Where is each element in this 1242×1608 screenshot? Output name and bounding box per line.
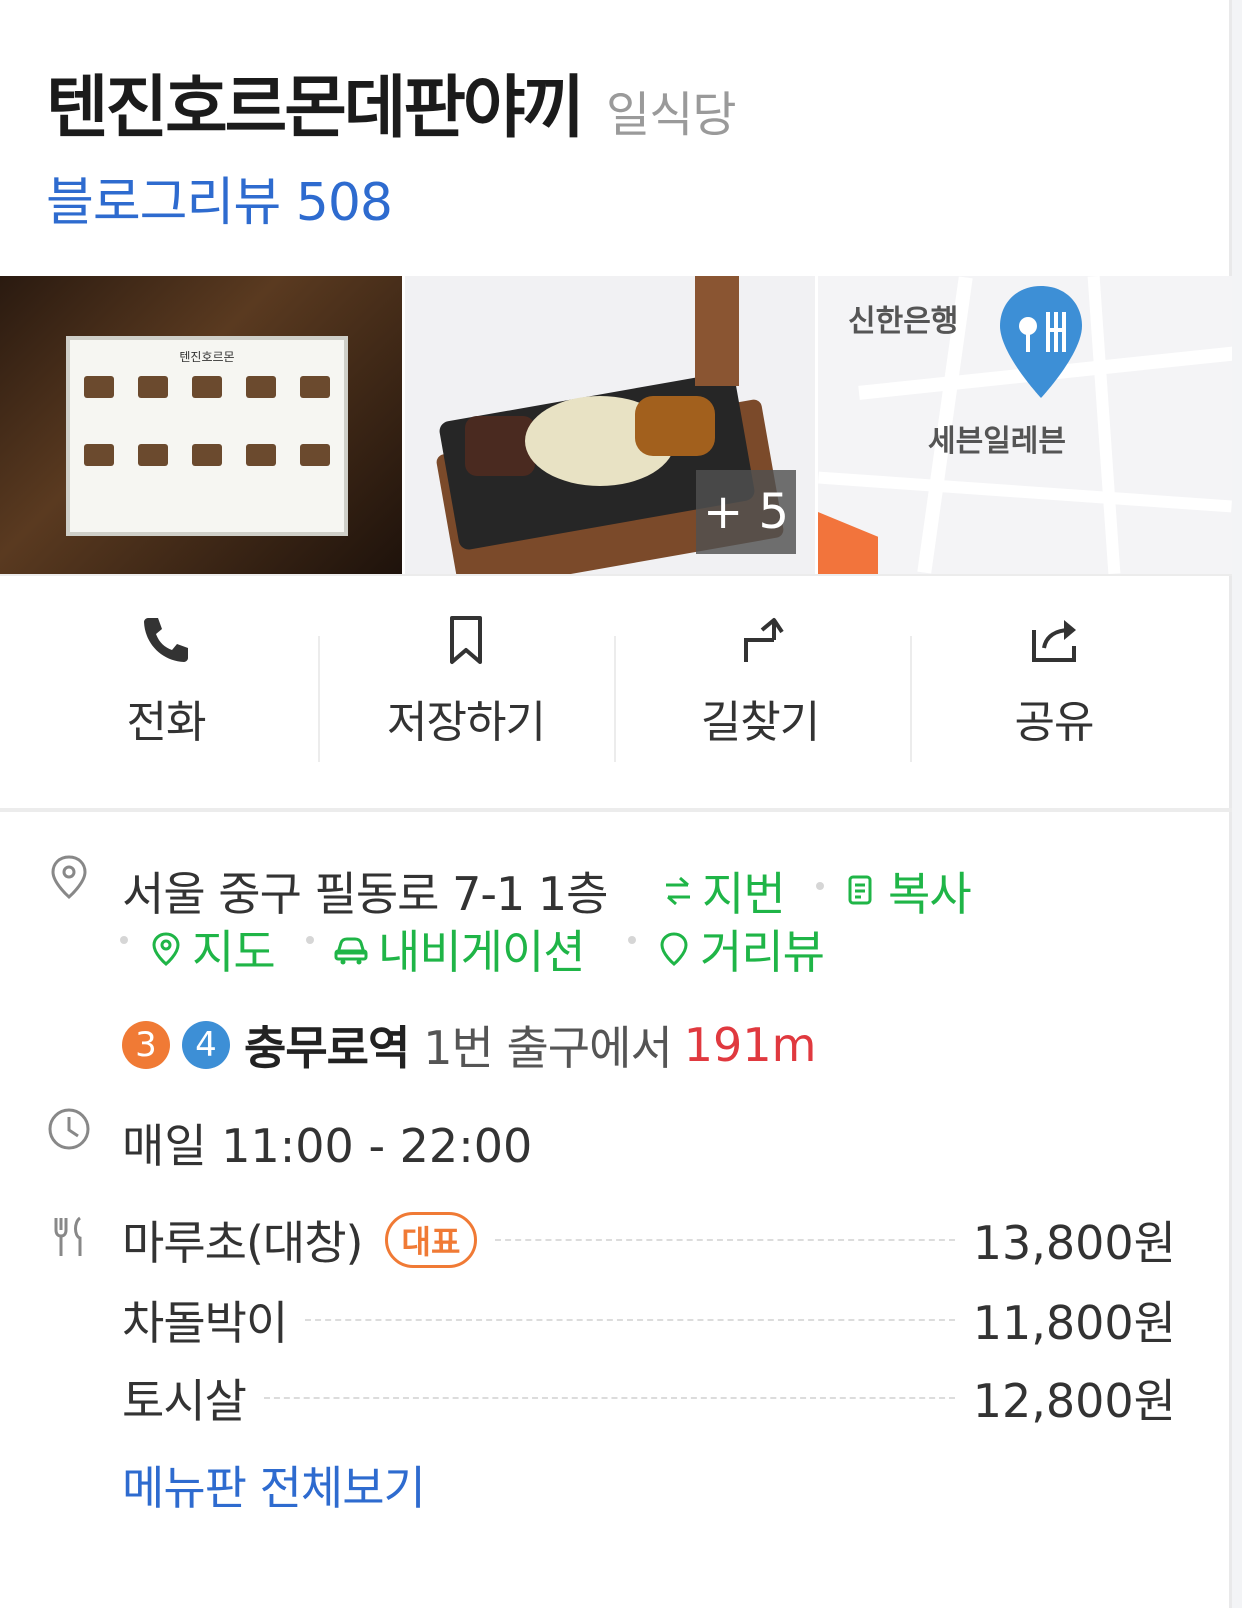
map-pin-icon: [152, 932, 180, 966]
share-button[interactable]: 공유: [906, 612, 1202, 772]
blog-review-link[interactable]: 블로그리뷰 508: [46, 160, 393, 235]
phone-icon: [144, 618, 188, 662]
place-card: 텐진호르몬데판야끼 일식당 블로그리뷰 508 텐진호르몬 신한은행 세븐일레븐…: [0, 0, 1232, 1608]
bookmark-icon: [450, 616, 482, 664]
wood-pillar: [695, 276, 739, 386]
subway-info: 3 4 충무로역 1번 출구에서 191m: [122, 1012, 816, 1078]
location-pin-icon: [51, 855, 87, 899]
swap-arrows-icon: [666, 876, 690, 906]
save-label: 저장하기: [387, 697, 546, 748]
map-label-bank: 신한은행: [848, 304, 959, 339]
save-button[interactable]: 저장하기: [318, 612, 614, 772]
dot-separator: [306, 936, 314, 944]
menu-board-title: 텐진호르몬: [179, 350, 235, 364]
directions-label: 길찾기: [700, 697, 820, 748]
clock-icon: [48, 1108, 90, 1150]
menu-item: 토시살 12,800원: [122, 1368, 1176, 1428]
jibun-label: 지번: [702, 867, 786, 921]
photo-menu-board[interactable]: 텐진호르몬: [0, 276, 402, 574]
navigation-label: 내비게이션: [378, 925, 586, 979]
share-label: 공유: [1014, 697, 1095, 748]
business-hours[interactable]: 매일 11:00 - 22:00: [122, 1110, 532, 1176]
map-label-store: 세븐일레븐: [928, 424, 1066, 459]
dot-separator: [120, 936, 128, 944]
menu-item-name: 토시살: [122, 1374, 247, 1428]
street-view-pin-icon: [660, 932, 688, 966]
photo-map[interactable]: 신한은행 세븐일레븐: [818, 276, 1232, 574]
place-title[interactable]: 텐진호르몬데판야끼: [46, 52, 585, 151]
menu-board-image: 텐진호르몬: [66, 336, 348, 536]
directions-icon: [744, 618, 784, 662]
menu-item-name: 차돌박이: [122, 1296, 288, 1350]
street-view-label: 거리뷰: [700, 925, 825, 979]
more-photos-badge[interactable]: + 5: [696, 470, 796, 554]
station-distance: 191m: [683, 1018, 817, 1072]
share-icon: [1032, 620, 1076, 662]
place-category: 일식당: [606, 87, 736, 143]
dotted-leader: [495, 1239, 955, 1241]
copy-label: 복사: [888, 867, 972, 921]
menu-item: 차돌박이 11,800원: [122, 1290, 1176, 1350]
copy-address-button[interactable]: 복사: [844, 858, 972, 924]
photo-strip: 텐진호르몬 신한은행 세븐일레븐 + 5: [0, 276, 1232, 574]
map-area-block: [818, 512, 878, 574]
directions-button[interactable]: 길찾기: [612, 612, 908, 772]
dotted-leader: [305, 1319, 955, 1321]
restaurant-pin-icon: [1000, 286, 1082, 398]
navigation-link[interactable]: 내비게이션: [332, 916, 586, 982]
signature-badge: 대표: [384, 1212, 478, 1268]
dot-separator: [816, 882, 824, 890]
map-label: 지도: [192, 925, 276, 979]
address-text: 서울 중구 필동로 7-1 1층: [122, 867, 608, 921]
call-button[interactable]: 전화: [18, 612, 314, 772]
menu-item-price: 11,800원: [972, 1296, 1176, 1350]
place-header: 텐진호르몬데판야끼 일식당 블로그리뷰 508: [0, 0, 1232, 276]
dotted-leader: [263, 1397, 955, 1399]
menu-item-name: 마루초(대창): [122, 1216, 363, 1270]
menu-item-price: 12,800원: [972, 1374, 1176, 1428]
dot-separator: [628, 936, 636, 944]
call-label: 전화: [126, 697, 207, 748]
car-icon: [334, 937, 368, 965]
fork-knife-icon: [54, 1216, 82, 1256]
menu-item-price: 13,800원: [972, 1216, 1176, 1270]
jibun-toggle[interactable]: 지번: [660, 858, 786, 924]
view-full-menu-link[interactable]: 메뉴판 전체보기: [122, 1452, 426, 1518]
section-divider: [0, 808, 1232, 812]
menu-item: 마루초(대창) 대표 13,800원: [122, 1210, 1176, 1270]
subway-line-3-badge: 3: [122, 1021, 170, 1069]
action-bar: 전화 저장하기 길찾기 공유: [0, 574, 1232, 808]
station-name: 충무로역: [244, 1021, 410, 1075]
street-view-link[interactable]: 거리뷰: [656, 916, 825, 982]
gizzard: [635, 396, 715, 456]
station-exit: 1번 출구에서: [423, 1021, 672, 1075]
map-link[interactable]: 지도: [148, 916, 276, 982]
copy-icon: [848, 875, 872, 905]
title-row: 텐진호르몬데판야끼 일식당: [46, 52, 737, 151]
subway-line-4-badge: 4: [182, 1021, 230, 1069]
